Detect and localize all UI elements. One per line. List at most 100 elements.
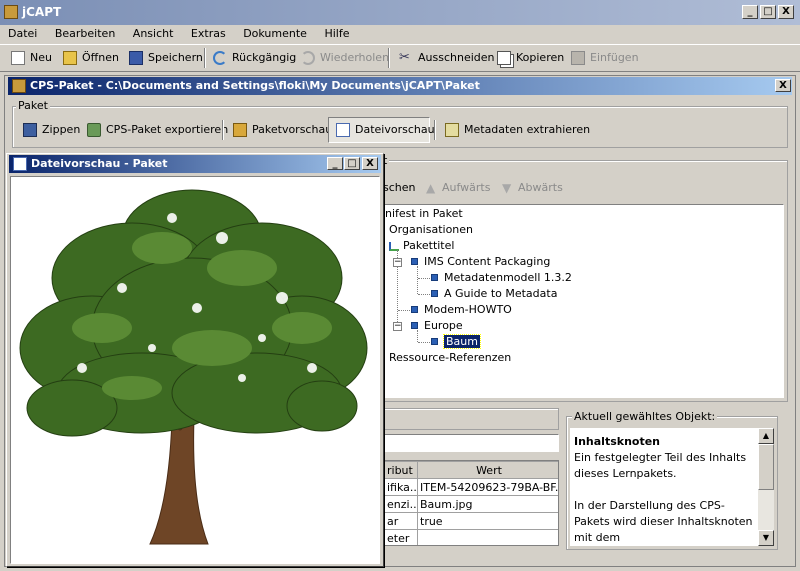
package-close-button[interactable]: X [775,79,791,92]
move-down-button[interactable]: ▼ Abwärts [500,179,563,197]
attribute-cell: ar [384,512,418,530]
column-header-value[interactable]: Wert [417,461,558,479]
tree-item-baum-selected[interactable]: Baum [431,334,481,350]
file-preview-icon [336,123,350,137]
redo-icon [301,51,315,65]
new-file-icon [11,51,25,65]
app-title-bar: jCAPT [0,0,800,25]
toolbar-separator [204,48,206,68]
redo-button[interactable]: Wiederholen [298,46,389,70]
undo-icon [213,51,227,65]
open-button[interactable]: Öffnen [60,46,119,70]
properties-filter-field[interactable] [383,434,559,452]
properties-panel [383,408,559,430]
paste-clipboard-icon [571,51,585,65]
info-heading: Inhaltsknoten [574,435,661,448]
item-node-icon [411,305,418,313]
collapse-toggle[interactable]: − [393,258,402,267]
package-icon [12,79,26,93]
table-row[interactable]: enzi... Baum.jpg [384,495,558,513]
cut-button[interactable]: ✂ Ausschneiden [396,46,495,70]
export-package-button[interactable]: CPS-Paket exportieren [84,118,228,142]
item-node-icon [411,257,418,265]
scroll-up-button[interactable]: ▲ [758,428,774,444]
tree-item-manifest[interactable]: nifest in Paket [385,206,463,222]
tree-line [418,294,430,295]
arrow-up-icon: ▲ [426,181,436,195]
item-node-icon [431,337,438,345]
minimize-button[interactable]: _ [742,5,758,19]
zip-monitor-icon [23,123,37,137]
save-disk-icon [129,51,143,65]
tree-line [417,330,418,342]
tree-item-resources[interactable]: Ressource-Referenzen [389,350,511,366]
extract-metadata-button[interactable]: Metadaten extrahieren [442,118,590,142]
menu-bearbeiten[interactable]: Bearbeiten [55,27,115,40]
attribute-cell: eter [384,529,418,545]
tree-item-ims[interactable]: IMS Content Packaging [411,254,550,270]
tree-line [417,266,418,294]
collapse-toggle[interactable]: − [393,322,402,331]
menu-dokumente[interactable]: Dokumente [243,27,307,40]
attribute-cell: enzi... [384,495,418,513]
preview-close-button[interactable]: X [362,157,378,170]
maximize-button[interactable]: □ [760,5,776,19]
value-cell: Baum.jpg [417,495,558,513]
scissors-icon: ✂ [399,50,410,65]
table-row[interactable]: ifika... ITEM-54209623-79BA-BF... [384,478,558,496]
metadata-icon [445,123,459,137]
file-preview-button[interactable]: Dateivorschau [333,118,435,142]
table-row[interactable]: ar true [384,512,558,530]
save-button[interactable]: Speichern [126,46,203,70]
menu-bar: Datei Bearbeiten Ansicht Extras Dokument… [8,25,363,43]
info-text-area[interactable]: Inhaltsknoten Ein festgelegter Teil des … [570,428,758,546]
value-cell: true [417,512,558,530]
delete-button[interactable]: schen [383,179,416,197]
package-preview-button[interactable]: Paketvorschau [230,118,332,142]
table-row[interactable]: eter [384,529,558,545]
preview-maximize-button[interactable]: □ [344,157,360,170]
export-icon [87,123,101,137]
scroll-thumb[interactable] [758,444,774,490]
close-button[interactable]: X [778,5,794,19]
info-paragraph-2: In der Darstellung des CPS-Pakets wird d… [574,499,753,544]
info-paragraph-1: Ein festgelegter Teil des Inhalts dieses… [574,451,747,480]
menu-hilfe[interactable]: Hilfe [324,27,349,40]
menu-ansicht[interactable]: Ansicht [133,27,174,40]
properties-table-area: ribut Wert ifika... ITEM-54209623-79BA-B… [383,460,559,546]
toolbar-separator [222,120,224,140]
item-node-icon [411,321,418,329]
preview-minimize-button[interactable]: _ [327,157,343,170]
tree-item-modem[interactable]: Modem-HOWTO [411,302,512,318]
tree-image [19,189,368,545]
copy-button[interactable]: Kopieren [494,46,564,70]
open-folder-icon [63,51,77,65]
toolbar-separator [434,120,436,140]
move-up-button[interactable]: ▲ Aufwärts [424,179,490,197]
tree-item-europe[interactable]: Europe [411,318,463,334]
tree-item-metamodel[interactable]: Metadatenmodell 1.3.2 [431,270,572,286]
package-window-title-bar: CPS-Paket - C:\Documents and Settings\fl… [8,77,792,95]
tree-line [418,278,430,279]
copy-icon [497,51,511,65]
new-button[interactable]: Neu [8,46,52,70]
paste-button[interactable]: Einfügen [568,46,639,70]
package-window-title: CPS-Paket - C:\Documents and Settings\fl… [30,79,480,92]
tree-item-pakettitel[interactable]: Pakettitel [389,238,454,254]
app-title: jCAPT [22,5,62,19]
zip-button[interactable]: Zippen [20,118,80,142]
scroll-down-button[interactable]: ▼ [758,530,774,546]
preview-window-icon [13,157,27,171]
tree-item-guide[interactable]: A Guide to Metadata [431,286,557,302]
menu-datei[interactable]: Datei [8,27,37,40]
app-icon [4,5,18,19]
package-group-label: Paket [16,99,50,112]
tree-line [398,310,410,311]
toolbar-separator [388,48,390,68]
preview-title-bar: Dateivorschau - Paket [9,155,381,173]
menu-extras[interactable]: Extras [191,27,226,40]
tree-item-organisations[interactable]: Organisationen [389,222,473,238]
undo-button[interactable]: Rückgängig [210,46,296,70]
value-cell [417,529,558,545]
column-header-attribute[interactable]: ribut [384,461,418,479]
